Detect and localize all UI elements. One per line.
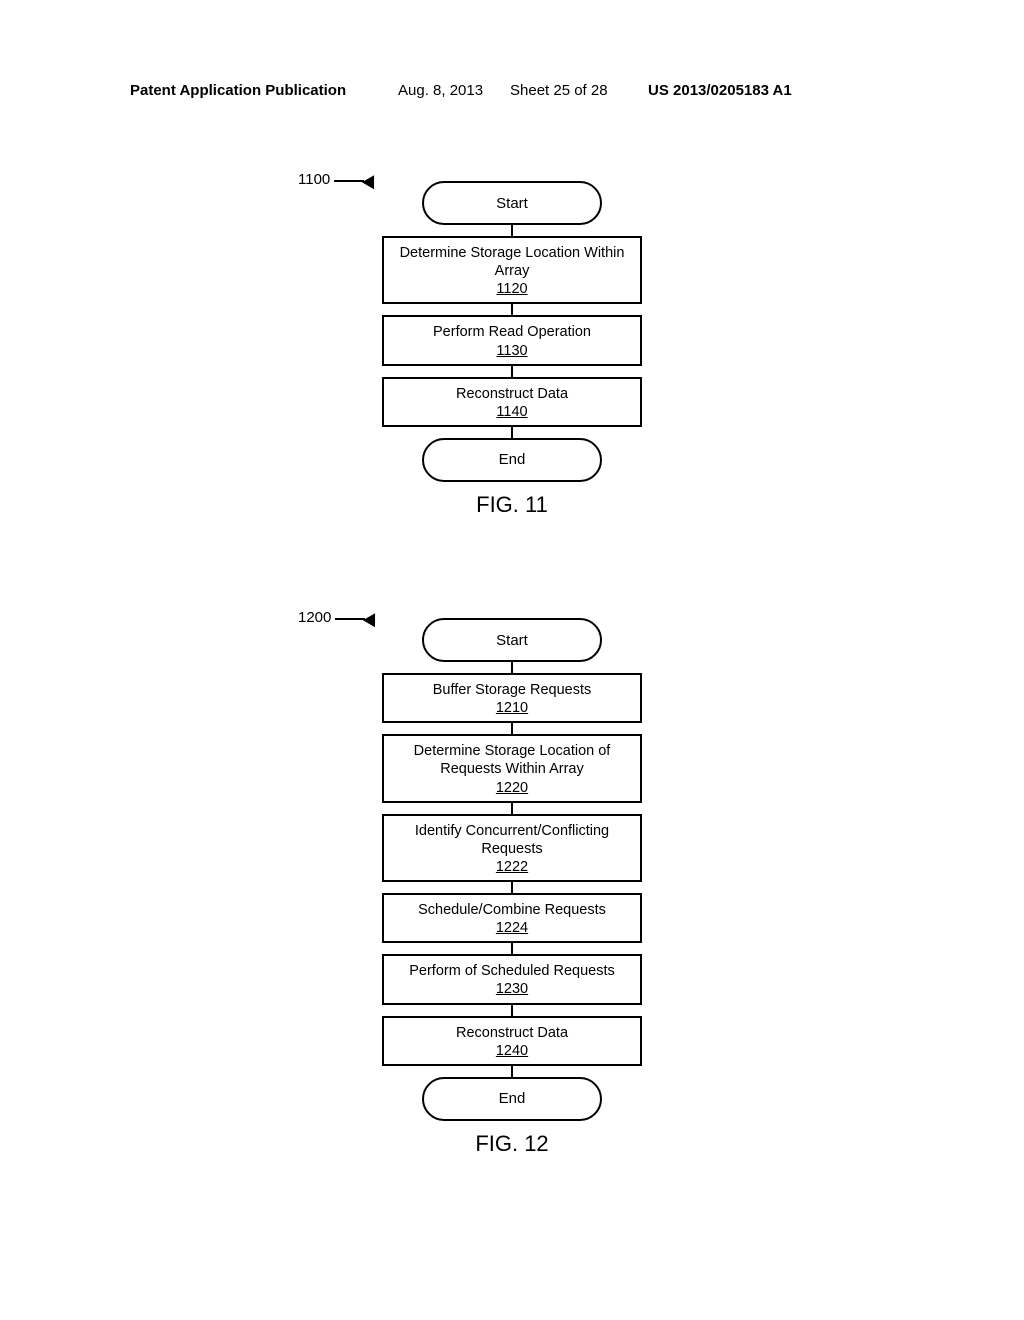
- connector: [511, 943, 513, 954]
- terminator-label: End: [499, 451, 526, 468]
- arrow-line: [334, 180, 364, 182]
- connector: [511, 427, 513, 438]
- process-text: Reconstruct Data: [456, 385, 568, 403]
- terminator-label: Start: [496, 632, 528, 649]
- process-ref: 1224: [496, 919, 528, 937]
- connector: [511, 225, 513, 236]
- process-text: Schedule/Combine Requests: [418, 901, 606, 919]
- process-text: Reconstruct Data: [456, 1024, 568, 1042]
- header-docnum: US 2013/0205183 A1: [648, 82, 792, 99]
- process-text: Determine Storage Location of Requests W…: [386, 742, 638, 778]
- process-ref: 1210: [496, 699, 528, 717]
- process-box-1140: Reconstruct Data 1140: [382, 377, 642, 427]
- header-sheet: Sheet 25 of 28: [510, 82, 608, 99]
- process-ref: 1120: [496, 280, 527, 298]
- terminator-start: Start: [422, 181, 602, 225]
- figure-caption: FIG. 12: [475, 1131, 548, 1157]
- process-ref: 1140: [496, 403, 527, 421]
- connector: [511, 662, 513, 673]
- process-ref: 1220: [496, 779, 528, 797]
- header-publication: Patent Application Publication: [130, 82, 346, 99]
- process-box-1240: Reconstruct Data 1240: [382, 1016, 642, 1066]
- connector: [511, 803, 513, 814]
- arrow-head-icon: [363, 613, 381, 630]
- terminator-label: End: [499, 1090, 526, 1107]
- terminator-end: End: [422, 1077, 602, 1121]
- process-text: Identify Concurrent/Conflicting Requests: [386, 822, 638, 858]
- header-date: Aug. 8, 2013: [398, 82, 483, 99]
- fig12-reference-arrow: 1200: [298, 610, 379, 628]
- fig12-reference-number: 1200: [298, 609, 331, 626]
- process-text: Perform of Scheduled Requests: [409, 962, 615, 980]
- process-box-1220: Determine Storage Location of Requests W…: [382, 734, 642, 802]
- process-text: Determine Storage Location Within Array: [386, 244, 638, 280]
- fig11-reference-number: 1100: [298, 171, 330, 188]
- process-ref: 1222: [496, 858, 528, 876]
- process-text: Buffer Storage Requests: [433, 681, 592, 699]
- process-text: Perform Read Operation: [433, 323, 591, 341]
- flowchart-fig11: Start Determine Storage Location Within …: [382, 181, 642, 518]
- connector: [511, 1066, 513, 1077]
- connector: [511, 882, 513, 893]
- process-box-1120: Determine Storage Location Within Array …: [382, 236, 642, 304]
- arrow-line: [335, 618, 365, 620]
- connector: [511, 723, 513, 734]
- process-ref: 1240: [496, 1042, 528, 1060]
- arrow-head-icon: [362, 175, 380, 192]
- terminator-end: End: [422, 438, 602, 482]
- terminator-start: Start: [422, 618, 602, 662]
- connector: [511, 1005, 513, 1016]
- process-box-1130: Perform Read Operation 1130: [382, 315, 642, 365]
- terminator-label: Start: [496, 195, 528, 212]
- process-box-1210: Buffer Storage Requests 1210: [382, 673, 642, 723]
- figure-caption: FIG. 11: [476, 492, 548, 518]
- process-ref: 1130: [496, 342, 527, 360]
- connector: [511, 366, 513, 377]
- fig11-reference-arrow: 1100: [298, 172, 378, 190]
- process-box-1224: Schedule/Combine Requests 1224: [382, 893, 642, 943]
- flowchart-fig12: Start Buffer Storage Requests 1210 Deter…: [382, 618, 642, 1157]
- connector: [511, 304, 513, 315]
- process-ref: 1230: [496, 980, 528, 998]
- process-box-1222: Identify Concurrent/Conflicting Requests…: [382, 814, 642, 882]
- process-box-1230: Perform of Scheduled Requests 1230: [382, 954, 642, 1004]
